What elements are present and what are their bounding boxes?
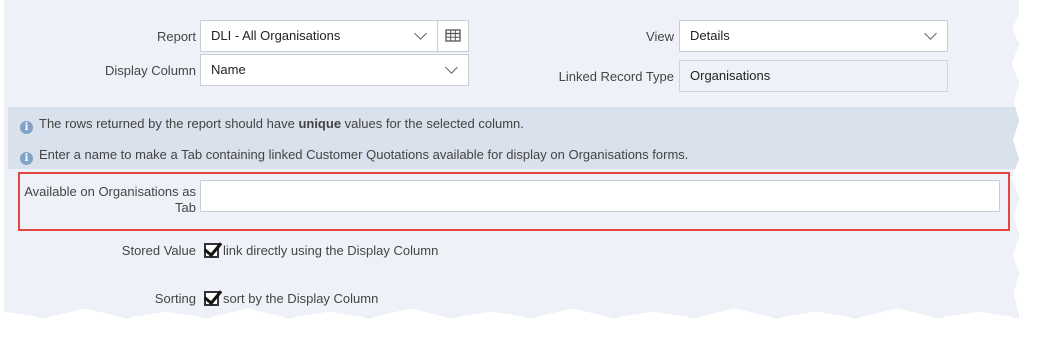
display-column-value: Name <box>211 62 246 77</box>
checkbox-checked-icon <box>203 285 223 306</box>
info-icon: i <box>20 121 33 134</box>
info-icon: i <box>20 152 33 165</box>
display-column-label: Display Column <box>104 63 196 78</box>
chevron-down-icon <box>924 27 937 40</box>
view-select[interactable]: Details <box>679 20 948 52</box>
form-panel: Report DLI - All Organisations Display C… <box>4 0 1019 318</box>
tab-name-label: Available on Organisations as Tab <box>24 184 196 215</box>
report-select[interactable]: DLI - All Organisations <box>200 20 438 52</box>
stored-value-text: link directly using the Display Column <box>223 243 439 258</box>
linked-record-type-field: Organisations <box>679 60 948 92</box>
view-select-value: Details <box>690 28 730 43</box>
report-grid-button[interactable] <box>437 20 469 52</box>
grid-table-icon <box>445 29 461 42</box>
report-select-value: DLI - All Organisations <box>211 28 341 43</box>
stored-value-checkbox[interactable] <box>203 237 223 258</box>
chevron-down-icon <box>445 61 458 74</box>
report-label: Report <box>156 29 196 44</box>
linked-record-type-value: Organisations <box>690 68 771 83</box>
stored-value-label: Stored Value <box>121 243 196 258</box>
checkbox-checked-icon <box>203 237 223 258</box>
display-column-select[interactable]: Name <box>200 54 469 86</box>
info-line-unique: i The rows returned by the report should … <box>20 116 524 134</box>
info-line-tab: i Enter a name to make a Tab containing l… <box>20 147 688 165</box>
sorting-label: Sorting <box>154 291 196 306</box>
tab-name-input[interactable] <box>200 180 1000 212</box>
view-label: View <box>646 29 674 44</box>
linked-record-type-label: Linked Record Type <box>558 69 674 84</box>
sorting-text: sort by the Display Column <box>223 291 379 306</box>
sorting-checkbox[interactable] <box>203 285 223 306</box>
chevron-down-icon <box>414 27 427 40</box>
info-bar: i The rows returned by the report should … <box>8 107 1019 169</box>
